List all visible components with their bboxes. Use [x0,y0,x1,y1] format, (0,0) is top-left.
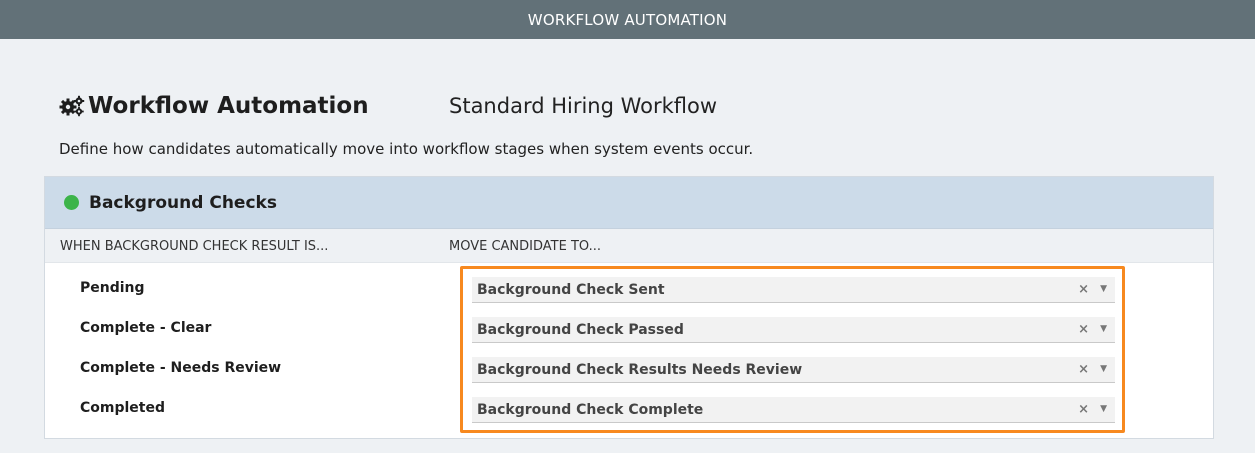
result-label-complete-clear: Complete - Clear [80,320,212,336]
result-label-needs-review: Complete - Needs Review [80,360,282,376]
column-header-move: MOVE CANDIDATE TO... [449,239,601,254]
column-header-when: WHEN BACKGROUND CHECK RESULT IS... [60,239,329,254]
stage-select-value: Background Check Sent [477,281,665,298]
stage-select-value: Background Check Passed [477,321,684,338]
chevron-down-icon[interactable]: ▼ [1100,404,1107,414]
stage-select-completed[interactable]: Background Check Complete × ▼ [472,397,1115,423]
section-header: Background Checks [45,177,1213,229]
result-label-pending: Pending [80,280,145,296]
stage-select-value: Background Check Results Needs Review [477,361,803,378]
clear-icon[interactable]: × [1078,322,1089,337]
result-label-completed: Completed [80,400,166,416]
workflow-name: Standard Hiring Workflow [449,94,718,118]
clear-icon[interactable]: × [1078,362,1089,377]
column-headers: WHEN BACKGROUND CHECK RESULT IS... MOVE … [45,229,1213,263]
mapping-rows: Pending Background Check Sent × ▼ Comple… [45,263,1213,438]
clear-icon[interactable]: × [1078,282,1089,297]
chevron-down-icon[interactable]: ▼ [1100,284,1107,294]
chevron-down-icon[interactable]: ▼ [1100,324,1107,334]
stage-select-needs-review[interactable]: Background Check Results Needs Review × … [472,357,1115,383]
top-bar: WORKFLOW AUTOMATION [0,0,1255,39]
stage-select-pending[interactable]: Background Check Sent × ▼ [472,277,1115,303]
stage-select-complete-clear[interactable]: Background Check Passed × ▼ [472,317,1115,343]
clear-icon[interactable]: × [1078,402,1089,417]
status-dot-icon [64,195,79,210]
background-checks-panel: Background Checks WHEN BACKGROUND CHECK … [44,176,1214,439]
section-title: Background Checks [89,192,277,213]
chevron-down-icon[interactable]: ▼ [1100,364,1107,374]
page-title: Workflow Automation [88,93,369,119]
page-description: Define how candidates automatically move… [59,140,754,158]
stage-select-value: Background Check Complete [477,401,704,418]
page-title-row: Workflow Automation [59,92,369,120]
gears-icon [59,94,85,118]
top-bar-title: WORKFLOW AUTOMATION [527,10,728,29]
